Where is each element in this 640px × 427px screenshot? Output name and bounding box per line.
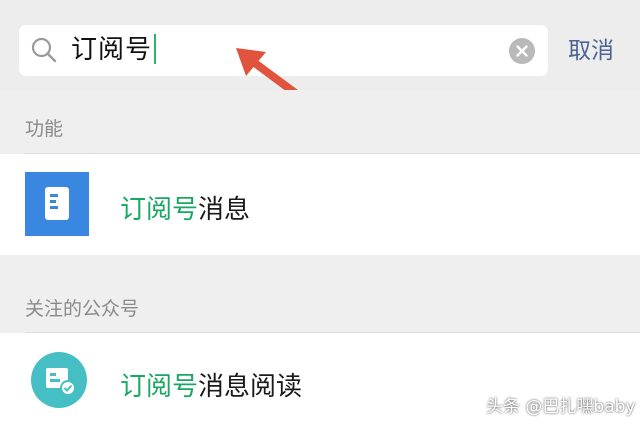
subscription-account-icon (31, 352, 87, 408)
result-row-function[interactable]: 订阅号消息 (0, 154, 640, 255)
search-icon (31, 37, 57, 63)
clear-icon[interactable] (509, 38, 535, 64)
watermark: 头条 @巴扎嘿baby (486, 397, 636, 417)
section-label: 关注的公众号 (25, 298, 140, 320)
search-bar: 订阅号 取消 (0, 0, 640, 90)
result-title: 订阅号消息 (120, 195, 251, 225)
section-label: 功能 (25, 118, 64, 140)
cancel-button[interactable]: 取消 (568, 36, 614, 66)
document-icon (25, 172, 89, 236)
section-header-functions: 功能 (0, 90, 640, 154)
result-title: 订阅号消息阅读 (120, 372, 303, 402)
section-header-followed-accounts: 关注的公众号 (0, 269, 640, 333)
text-cursor (154, 34, 157, 64)
search-query: 订阅号 (71, 33, 157, 67)
section-gap (0, 255, 640, 269)
